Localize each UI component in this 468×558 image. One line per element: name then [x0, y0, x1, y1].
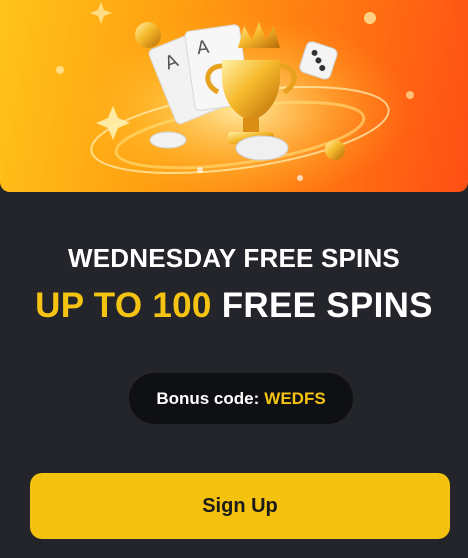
promo-banner: A A — [0, 0, 468, 192]
headline-reward: FREE SPINS — [221, 286, 433, 325]
promo-card: A A WEDNESDAY FREE SPINS UP TO 100 FREE … — [0, 0, 468, 558]
sign-up-button[interactable]: Sign Up — [30, 473, 450, 539]
bonus-code-value: WEDFS — [264, 388, 326, 408]
bonus-code-badge[interactable]: Bonus code: WEDFS — [129, 373, 353, 424]
trophy-cards-dice-icon: A A — [56, 2, 414, 192]
promo-headline: UP TO 100 FREE SPINS — [0, 286, 468, 326]
bonus-code-label: Bonus code: — [156, 388, 260, 408]
promo-title: WEDNESDAY FREE SPINS — [68, 243, 400, 273]
headline-amount: UP TO 100 — [35, 286, 212, 325]
